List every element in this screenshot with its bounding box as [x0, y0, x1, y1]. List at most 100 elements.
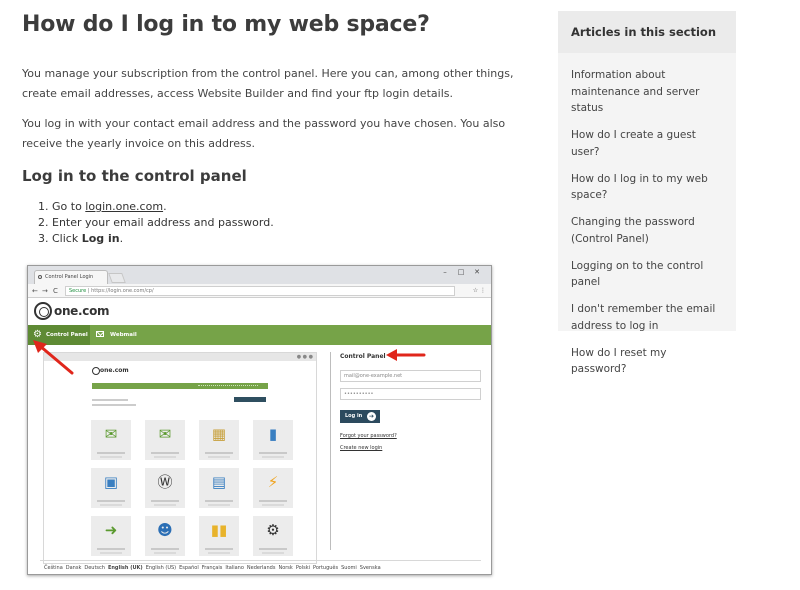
- language-option: Čeština: [44, 565, 63, 571]
- tile-website-builder-icon: ▦: [199, 420, 239, 460]
- step-3: 3. Click Log in.: [38, 232, 124, 245]
- mini-text-line: [92, 399, 128, 401]
- stats-icon: ▮▮: [210, 521, 228, 539]
- tile-sublabel-line: [154, 456, 176, 458]
- email-field: mail@one-example.net: [340, 370, 481, 382]
- tile-email-settings-icon: ✉: [145, 420, 185, 460]
- url-text: https://login.one.com/cp/: [91, 288, 154, 294]
- tile-sublabel-line: [208, 504, 230, 506]
- close-icon: ✕: [474, 268, 480, 276]
- star-menu-icon: ☆ ⋮: [472, 287, 486, 294]
- mini-logo-text: one.com: [100, 367, 129, 374]
- sidebar-item-change-password[interactable]: Changing the password (Control Panel): [571, 214, 724, 247]
- site-header: one.com: [28, 298, 491, 325]
- arrow-right-icon: ➔: [367, 412, 376, 421]
- step-1: 1. Go to login.one.com.: [38, 200, 167, 213]
- language-option: Norsk: [278, 565, 293, 571]
- language-option: Português: [313, 565, 339, 571]
- maximize-icon: □: [457, 268, 465, 276]
- vertical-divider: [330, 352, 331, 550]
- screenshot-content: ● ● ● one.com ✉ ✉ ▦ ▮ ▣ Ⓦ ▤ ⚡ ➜ ☻ ▮▮ ⚙ Control Pane…: [28, 346, 491, 574]
- tile-file-manager-icon: ▮: [253, 420, 293, 460]
- intro-paragraph: You manage your subscription from the co…: [22, 67, 514, 100]
- tile-label-line: [205, 548, 233, 550]
- gear-icon: ⚙: [33, 329, 42, 340]
- sidebar-item-maintenance[interactable]: Information about maintenance and server…: [571, 67, 724, 117]
- sidebar: Articles in this section Information abo…: [558, 11, 736, 375]
- language-option: Deutsch: [84, 565, 105, 571]
- lightning-icon: ⚡: [267, 473, 279, 491]
- tile-label-line: [151, 548, 179, 550]
- article: How do I log in to my web space? You man…: [22, 10, 522, 247]
- language-option: Polski: [295, 565, 310, 571]
- login-button: Log in ➔: [340, 410, 380, 423]
- secure-label: Secure: [69, 288, 87, 294]
- language-option: Suomi: [341, 565, 357, 571]
- sidebar-item-forgot-email[interactable]: I don't remember the email address to lo…: [571, 301, 724, 334]
- tile-sublabel-line: [262, 456, 284, 458]
- mini-preview: ● ● ● one.com ✉ ✉ ▦ ▮ ▣ Ⓦ ▤ ⚡ ➜ ☻ ▮▮ ⚙: [43, 352, 317, 564]
- tile-sublabel-line: [262, 552, 284, 554]
- tile-settings-icon: ⚙: [253, 516, 293, 556]
- logo-icon: [34, 302, 52, 320]
- section-subtitle: Log in to the control panel: [22, 167, 247, 185]
- tile-label-line: [205, 452, 233, 454]
- settings-icon: ⚙: [266, 521, 280, 539]
- tile-user-icon: ☻: [145, 516, 185, 556]
- page-title: How do I log in to my web space?: [22, 12, 430, 37]
- language-option: Français: [201, 565, 223, 571]
- tile-label-line: [259, 500, 287, 502]
- wordpress-icon: Ⓦ: [157, 473, 173, 491]
- login-form: Control Panel mail@one-example.net •••••…: [340, 352, 485, 452]
- website-builder-icon: ▦: [211, 425, 227, 443]
- email-icon: ✉: [104, 425, 118, 443]
- mini-button: [234, 397, 266, 402]
- language-option: Svenska: [359, 565, 381, 571]
- tile-sublabel-line: [208, 552, 230, 554]
- reload-icon: C: [53, 287, 58, 295]
- tile-label-line: [97, 452, 125, 454]
- tile-sublabel-line: [262, 504, 284, 506]
- tile-label-line: [151, 452, 179, 454]
- logo-text: one.com: [54, 304, 110, 318]
- forgot-password-link: Forgot your password?: [340, 433, 397, 439]
- sidebar-item-guest-user[interactable]: How do I create a guest user?: [571, 127, 724, 160]
- tile-calculator-icon: ▤: [199, 468, 239, 508]
- language-option: English (US): [145, 565, 177, 571]
- tile-sublabel-line: [154, 552, 176, 554]
- url-field: Secure | https://login.one.com/cp/: [65, 286, 455, 296]
- mini-browser-bar: ● ● ●: [44, 353, 316, 361]
- tile-label-line: [259, 548, 287, 550]
- sidebar-item-log-in-web-space[interactable]: How do I log in to my web space?: [571, 171, 724, 204]
- email-settings-icon: ✉: [158, 425, 172, 443]
- tile-label-line: [97, 500, 125, 502]
- mini-green-bar: [92, 383, 268, 389]
- login-link[interactable]: login.one.com: [85, 200, 163, 213]
- tile-label-line: [259, 452, 287, 454]
- login-title: Control Panel: [340, 353, 386, 360]
- language-option: English (UK): [107, 565, 143, 571]
- calculator-icon: ▤: [211, 473, 227, 491]
- back-icon: ←: [32, 287, 38, 295]
- tile-lightning-icon: ⚡: [253, 468, 293, 508]
- webmail-label: Webmail: [110, 332, 137, 338]
- tile-label-line: [97, 548, 125, 550]
- green-nav-bar: ⚙ Control Panel Webmail: [28, 325, 491, 345]
- login-screenshot: Control Panel Login – □ ✕ ← → C Secure | h…: [27, 265, 492, 575]
- sidebar-item-reset-password[interactable]: How do I reset my password?: [571, 345, 724, 378]
- tile-sublabel-line: [100, 552, 122, 554]
- steps-list: 1. Go to login.one.com. 2. Enter your emai…: [22, 199, 522, 247]
- language-option: Español: [179, 565, 199, 571]
- photo-gallery-icon: ▣: [103, 473, 119, 491]
- new-tab-icon: [108, 273, 126, 283]
- browser-address-bar: ← → C Secure | https://login.one.com/cp/…: [28, 284, 491, 298]
- chat-icon: ➜: [104, 521, 118, 539]
- language-option: Italiano: [225, 565, 244, 571]
- login-info-paragraph: You log in with your contact email addre…: [22, 117, 506, 150]
- file-manager-icon: ▮: [268, 425, 278, 443]
- sidebar-heading: Articles in this section: [558, 11, 736, 53]
- sidebar-item-logging-on[interactable]: Logging on to the control panel: [571, 258, 724, 291]
- control-panel-label: Control Panel: [46, 332, 88, 338]
- tile-sublabel-line: [100, 456, 122, 458]
- sidebar-article-list: Information about maintenance and server…: [558, 53, 736, 378]
